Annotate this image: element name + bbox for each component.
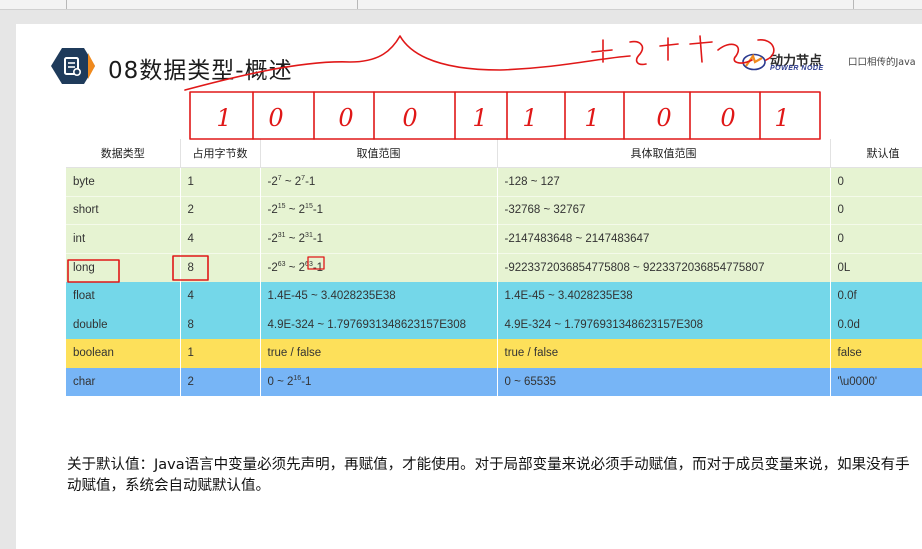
default-value-cell: 0.0d bbox=[830, 310, 922, 340]
column-header: 取值范围 bbox=[260, 139, 498, 169]
concrete-range-cell: 4.9E-324 ~ 1.7976931348623157E308 bbox=[497, 310, 831, 340]
default-value-cell: 0 bbox=[830, 224, 922, 254]
range-cell: -263 ~ 263-1 bbox=[260, 252, 498, 282]
concrete-range-cell: -128 ~ 127 bbox=[497, 167, 831, 197]
table-row: boolean 1 true / false true / false fals… bbox=[66, 339, 922, 368]
brand-subtitle: POWER NODE bbox=[770, 65, 824, 72]
default-value-note: 关于默认值：Java语言中变量必须先声明，再赋值，才能使用。对于局部变量来说必须… bbox=[67, 457, 910, 494]
ruler-tick bbox=[853, 0, 854, 9]
slide-page: 08数据类型-概述 动力节点 POWER NODE 口口相传的Java 数据类型… bbox=[16, 24, 922, 549]
table-row: double 8 4.9E-324 ~ 1.7976931348623157E3… bbox=[66, 310, 922, 340]
range-cell: 1.4E-45 ~ 3.4028235E38 bbox=[260, 281, 498, 311]
table-row: float 4 1.4E-45 ~ 3.4028235E38 1.4E-45 ~… bbox=[66, 281, 922, 311]
type-cell: int bbox=[66, 224, 181, 254]
default-value-cell: 0 bbox=[830, 167, 922, 197]
bytes-cell: 2 bbox=[180, 367, 261, 397]
power-node-logo-icon bbox=[742, 53, 766, 71]
data-types-table: 数据类型 占用字节数 取值范围 具体取值范围 默认值 byte 1 -27 ~ … bbox=[66, 139, 922, 397]
range-cell: -231 ~ 231-1 bbox=[260, 224, 498, 254]
type-cell: double bbox=[66, 310, 181, 340]
ruler-tick bbox=[66, 0, 67, 9]
concrete-range-cell: -9223372036854775808 ~ 92233720368547758… bbox=[497, 252, 831, 282]
concrete-range-cell: -32768 ~ 32767 bbox=[497, 195, 831, 225]
concrete-range-cell: 0 ~ 65535 bbox=[497, 367, 831, 397]
table-header-row: 数据类型 占用字节数 取值范围 具体取值范围 默认值 bbox=[66, 139, 922, 169]
column-header: 数据类型 bbox=[66, 139, 181, 169]
brand-logo: 动力节点 POWER NODE bbox=[742, 50, 842, 74]
table-row: int 4 -231 ~ 231-1 -2147483648 ~ 2147483… bbox=[66, 224, 922, 254]
concrete-range-cell: -2147483648 ~ 2147483647 bbox=[497, 224, 831, 254]
bytes-cell: 1 bbox=[180, 167, 261, 197]
default-value-cell: 0L bbox=[830, 252, 922, 282]
column-header: 默认值 bbox=[830, 139, 922, 169]
table-row: short 2 -215 ~ 215-1 -32768 ~ 32767 0 bbox=[66, 195, 922, 225]
bytes-cell: 2 bbox=[180, 195, 261, 225]
default-value-cell: 0.0f bbox=[830, 281, 922, 311]
type-cell: char bbox=[66, 367, 181, 397]
bytes-cell: 8 bbox=[180, 252, 261, 282]
default-value-cell: false bbox=[830, 339, 922, 368]
range-cell: -27 ~ 27-1 bbox=[260, 167, 498, 197]
table-row: char 2 0 ~ 216-1 0 ~ 65535 '\u0000' bbox=[66, 367, 922, 397]
type-cell: float bbox=[66, 281, 181, 311]
type-cell: boolean bbox=[66, 339, 181, 368]
range-cell: 0 ~ 216-1 bbox=[260, 367, 498, 397]
document-icon bbox=[51, 48, 95, 84]
bytes-cell: 8 bbox=[180, 310, 261, 340]
type-cell: short bbox=[66, 195, 181, 225]
concrete-range-cell: true / false bbox=[497, 339, 831, 368]
ruler-tick bbox=[357, 0, 358, 9]
default-value-cell: '\u0000' bbox=[830, 367, 922, 397]
slide-title: 08数据类型-概述 bbox=[108, 58, 293, 84]
bytes-cell: 4 bbox=[180, 224, 261, 254]
app-top-strip bbox=[0, 0, 922, 10]
bytes-cell: 4 bbox=[180, 281, 261, 311]
type-cell: long bbox=[66, 252, 181, 282]
range-cell: -215 ~ 215-1 bbox=[260, 195, 498, 225]
type-cell: byte bbox=[66, 167, 181, 197]
table-row: long 8 -263 ~ 263-1 -9223372036854775808… bbox=[66, 252, 922, 282]
range-cell: 4.9E-324 ~ 1.7976931348623157E308 bbox=[260, 310, 498, 340]
concrete-range-cell: 1.4E-45 ~ 3.4028235E38 bbox=[497, 281, 831, 311]
column-header: 具体取值范围 bbox=[497, 139, 831, 169]
table-row: byte 1 -27 ~ 27-1 -128 ~ 127 0 bbox=[66, 167, 922, 197]
bytes-cell: 1 bbox=[180, 339, 261, 368]
brand-slogan: 口口相传的Java bbox=[848, 57, 916, 68]
column-header: 占用字节数 bbox=[180, 139, 261, 169]
range-cell: true / false bbox=[260, 339, 498, 368]
default-value-cell: 0 bbox=[830, 195, 922, 225]
